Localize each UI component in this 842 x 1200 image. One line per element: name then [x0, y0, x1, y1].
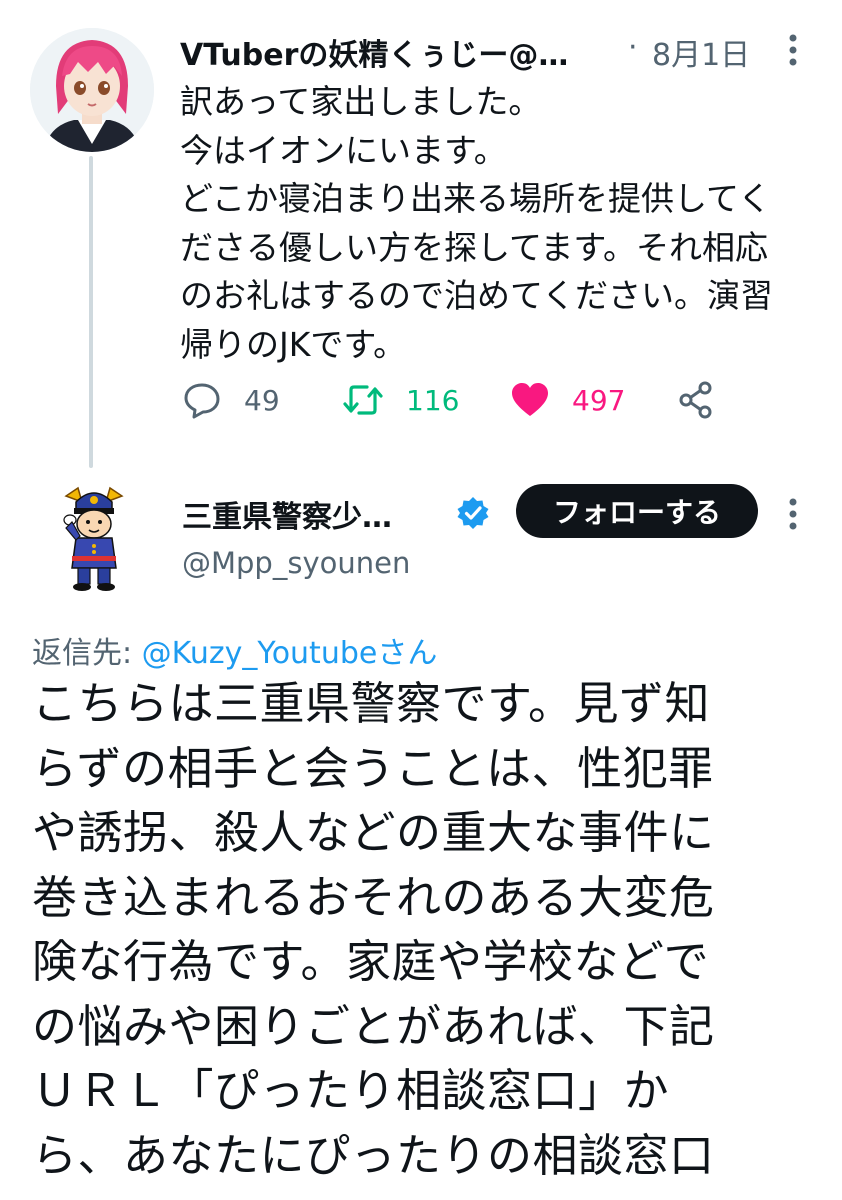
reply-button[interactable]: 49: [182, 378, 280, 422]
like-button[interactable]: 497: [510, 378, 625, 422]
more-options-icon[interactable]: [786, 30, 800, 70]
retweet-count: 116: [406, 383, 460, 417]
like-count: 497: [572, 383, 626, 417]
tweet-date[interactable]: 8月1日: [652, 30, 750, 74]
share-icon: [676, 380, 716, 420]
reply-count: 49: [244, 383, 280, 417]
retweet-icon: [342, 380, 384, 420]
reply-mention-link[interactable]: @Kuzy_Youtubeさん: [142, 636, 438, 671]
reply-icon: [182, 380, 222, 420]
author-name[interactable]: 三重県警察少…: [182, 492, 392, 536]
share-button[interactable]: [676, 378, 716, 422]
more-options-icon[interactable]: [786, 494, 800, 534]
author-handle[interactable]: @Mpp_syounen: [182, 546, 410, 580]
tweet-text: 訳あって家出しました。 今はイオンにいます。 どこか寝泊まり出来る場所を提供して…: [180, 82, 774, 364]
reply-prefix: 返信先:: [32, 636, 142, 671]
thread-connector-line: [89, 156, 93, 468]
author-avatar[interactable]: [30, 28, 154, 152]
follow-button[interactable]: フォローする: [516, 484, 758, 538]
reply-context: 返信先: @Kuzy_Youtubeさん: [32, 628, 437, 672]
police-mascot-avatar[interactable]: [52, 480, 136, 592]
author-name[interactable]: VTuberの妖精くぅじー@…: [180, 30, 568, 74]
retweet-button[interactable]: 116: [342, 378, 459, 422]
verified-badge-icon: [456, 496, 490, 530]
meta-separator: ·: [628, 30, 638, 65]
heart-icon: [510, 381, 550, 419]
tweet-text: こちらは三重県警察です。見ず知 らずの相手と会うことは、性犯罪 や誘拐、殺人など…: [32, 677, 715, 1182]
